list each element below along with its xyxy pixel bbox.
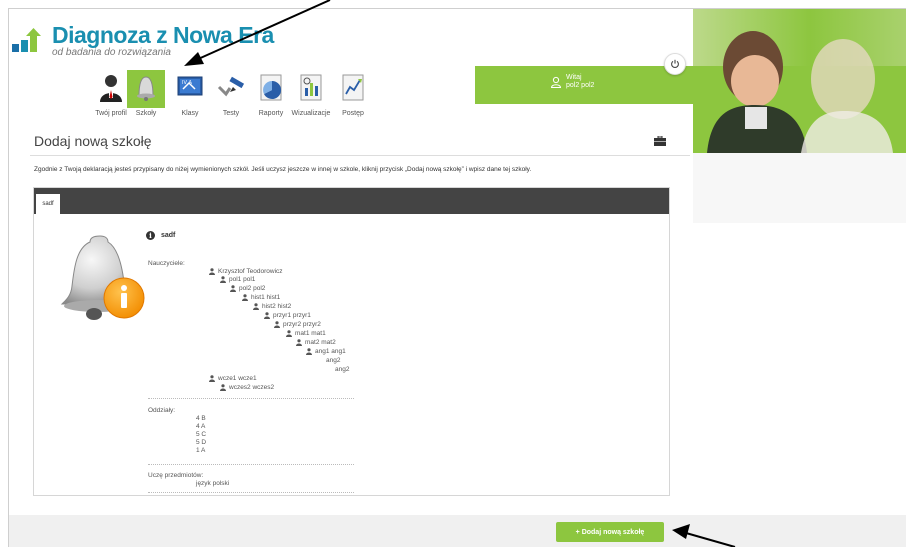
subject-item: język polski	[196, 480, 230, 487]
teacher-name: pol1 pol1	[229, 276, 256, 283]
class-item: 5 D	[196, 439, 207, 446]
teacher-item: ang2	[335, 366, 349, 373]
nav-item-postep[interactable]: Postęp	[334, 70, 372, 120]
children-photo-illustration	[707, 31, 893, 153]
teacher-item: pol2 pol2	[230, 285, 265, 292]
user-greeting[interactable]: Witaj pol2 pol2	[550, 74, 594, 90]
app-root: Diagnoza z Nowa Era od badania do rozwią…	[0, 0, 906, 547]
class-item: 4 B	[196, 415, 206, 422]
teacher-name: Krzysztof Teodorowicz	[218, 268, 283, 275]
person-small-icon	[296, 339, 302, 346]
teacher-item: hist2 hist2	[253, 303, 291, 310]
visualization-chart-icon	[300, 74, 322, 101]
person-small-icon	[242, 294, 248, 301]
school-name: sadf	[161, 232, 176, 239]
person-icon	[100, 75, 122, 102]
teacher-name: hist1 hist1	[251, 294, 281, 301]
teacher-item: mat1 mat1	[286, 330, 326, 337]
user-icon	[550, 76, 562, 88]
teacher-name: ang2	[326, 357, 341, 364]
user-name: pol2 pol2	[566, 82, 595, 89]
teacher-name: hist2 hist2	[262, 303, 292, 310]
person-small-icon	[264, 312, 270, 319]
logo[interactable]: Diagnoza z Nowa Era od badania do rozwią…	[12, 22, 274, 62]
add-school-button[interactable]: + Dodaj nową szkołę	[556, 522, 664, 542]
teacher-name: przyr2 przyr2	[283, 321, 321, 328]
person-small-icon	[306, 348, 312, 355]
info-icon: i	[146, 231, 155, 240]
teacher-item: ang1 ang1	[306, 348, 346, 355]
info-text: Zgodnie z Twoją deklaracją jesteś przypi…	[34, 166, 532, 173]
teacher-item: wcze1 wcze1	[209, 375, 257, 382]
logo-title: Diagnoza z Nowa Era	[52, 22, 274, 48]
teacher-name: wcze1 wcze1	[218, 375, 257, 382]
person-small-icon	[274, 321, 280, 328]
teacher-item: pol1 pol1	[220, 276, 255, 283]
classes-label: Oddziały:	[148, 407, 176, 414]
person-small-icon	[220, 384, 226, 391]
title-divider	[30, 155, 690, 156]
person-small-icon	[253, 303, 259, 310]
teacher-name: wczes2 wczes2	[229, 384, 275, 391]
teacher-item: mat2 mat2	[296, 339, 336, 346]
teacher-item: ang2	[326, 357, 340, 364]
teacher-name: pol2 pol2	[239, 285, 266, 292]
nav-item-szkoly[interactable]: Szkoły	[127, 70, 165, 120]
power-icon	[671, 59, 679, 68]
class-item: 4 A	[196, 423, 206, 430]
progress-line-icon	[342, 74, 364, 101]
school-panel: sadf i sadf Nauczyciele: Krzysztof Teodo…	[33, 187, 670, 496]
logout-button[interactable]	[664, 53, 686, 75]
teacher-item: hist1 hist1	[242, 294, 280, 301]
teacher-item: przyr2 przyr2	[274, 321, 321, 328]
teacher-name: mat1 mat1	[295, 330, 326, 337]
divider-dotted	[148, 464, 354, 465]
person-small-icon	[286, 330, 292, 337]
class-item: 5 C	[196, 431, 207, 438]
person-small-icon	[209, 268, 215, 275]
teacher-name: przyr1 przyr1	[273, 312, 311, 319]
panel-tabbar	[34, 188, 669, 214]
footer-bar	[9, 515, 906, 547]
person-small-icon	[209, 375, 215, 382]
user-greeting-text: Witaj	[566, 74, 582, 81]
briefcase-icon[interactable]	[654, 136, 666, 146]
divider-dotted	[148, 398, 354, 399]
teacher-item: Krzysztof Teodorowicz	[209, 268, 283, 275]
svg-text:IV A: IV A	[182, 80, 192, 86]
logo-subtitle: od badania do rozwiązania	[52, 47, 171, 58]
report-pie-icon	[260, 74, 282, 101]
header-photo	[693, 9, 906, 153]
tab-school[interactable]: sadf	[36, 194, 60, 214]
test-checkmark-icon	[217, 76, 245, 97]
teacher-item: wczes2 wczes2	[220, 384, 274, 391]
school-bell-info-icon	[60, 235, 145, 320]
teachers-label: Nauczyciele:	[148, 260, 185, 267]
bell-icon	[137, 76, 155, 101]
right-side-band	[693, 153, 906, 223]
divider-dotted	[148, 492, 354, 493]
page-title: Dodaj nową szkołę	[34, 133, 152, 149]
teacher-item: przyr1 przyr1	[264, 312, 311, 319]
class-board-icon: IV A	[177, 76, 203, 96]
person-small-icon	[220, 276, 226, 283]
class-item: 1 A	[196, 447, 206, 454]
logo-mark-icon	[12, 28, 41, 52]
person-small-icon	[230, 285, 236, 292]
subjects-label: Uczę przedmiotów:	[148, 472, 204, 479]
nav-label: Postęp	[342, 110, 364, 117]
school-name-row: i sadf	[146, 231, 175, 240]
teacher-name: ang1 ang1	[315, 348, 346, 355]
teacher-name: ang2	[335, 366, 350, 373]
teacher-name: mat2 mat2	[305, 339, 336, 346]
